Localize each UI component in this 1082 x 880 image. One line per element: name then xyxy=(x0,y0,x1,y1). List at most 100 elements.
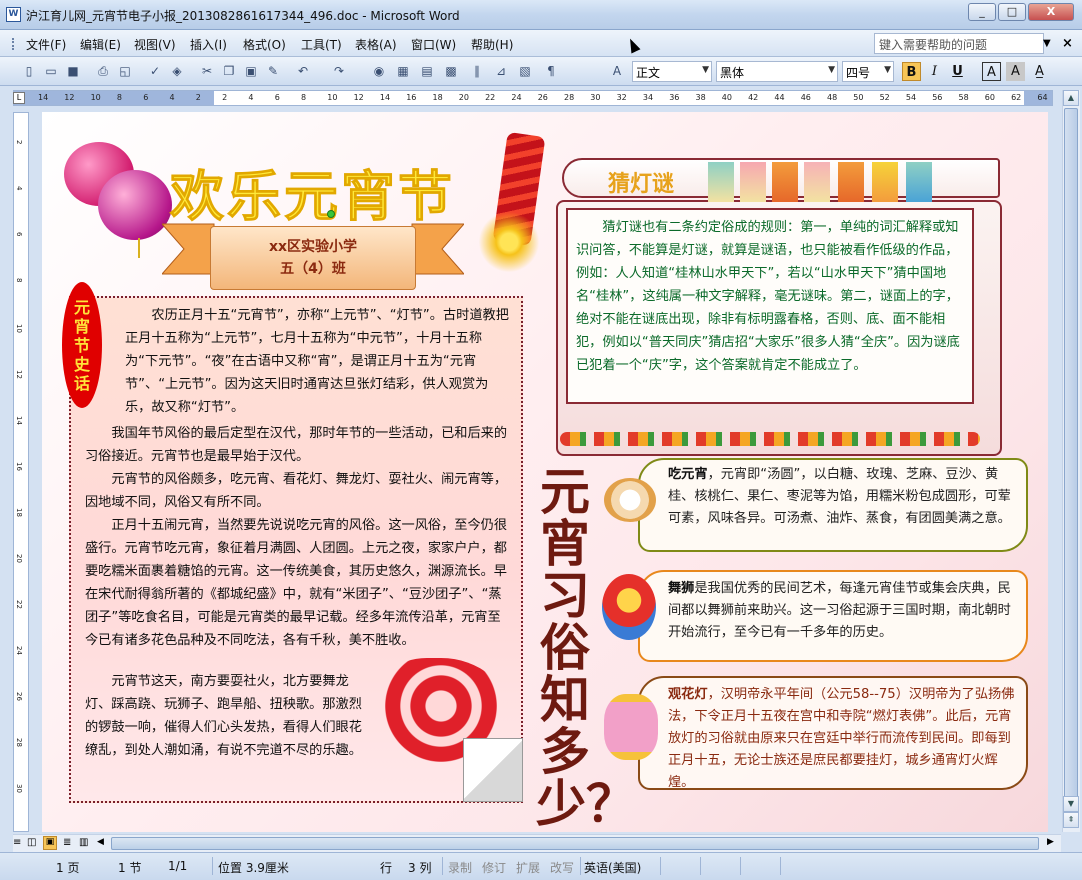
insert-table-icon[interactable]: ▤ xyxy=(418,62,436,80)
ruler-tick-label: 22 xyxy=(15,600,23,609)
show-hide-icon[interactable]: ¶ xyxy=(542,62,560,80)
riddle-title: 猜灯谜 xyxy=(608,172,675,197)
research-icon[interactable]: ◈ xyxy=(168,62,186,80)
font-select[interactable]: 黑体 ▼ xyxy=(716,61,838,82)
status-trk[interactable]: 修订 xyxy=(482,859,506,876)
hscroll-thumb[interactable] xyxy=(111,837,1039,850)
spelling-icon[interactable]: ✓ xyxy=(146,62,164,80)
prev-page-icon[interactable]: ⇞ xyxy=(1063,812,1079,828)
vertical-ruler[interactable] xyxy=(13,112,29,832)
menu-format[interactable]: 格式(O) xyxy=(243,36,286,53)
menu-file[interactable]: 文件(F) xyxy=(26,36,66,53)
menu-edit[interactable]: 编辑(E) xyxy=(80,36,121,53)
riddle-text: 猜灯谜也有二条约定俗成的规则：第一，单纯的词汇解释或知识问答，不能算是灯谜，就算… xyxy=(576,220,960,373)
status-ext[interactable]: 扩展 xyxy=(516,859,540,876)
outline-view-icon[interactable]: ≣ xyxy=(63,837,71,848)
ruler-tick-label: 14 xyxy=(38,93,49,102)
ruler-tick-label: 12 xyxy=(64,93,75,102)
ruler-tick-label: 42 xyxy=(748,93,759,102)
reading-view-icon[interactable]: ▥ xyxy=(79,837,88,848)
horizontal-scrollbar[interactable]: ≡ ◫ ▣ ≣ ▥ ◀ ▶ xyxy=(13,834,1061,852)
menu-grip[interactable] xyxy=(12,38,16,50)
new-doc-icon[interactable]: ▯ xyxy=(20,62,38,80)
drawing-icon[interactable]: ⊿ xyxy=(492,62,510,80)
maximize-button[interactable]: □ xyxy=(998,3,1026,21)
italic-button[interactable]: I xyxy=(925,62,944,81)
print-view-icon[interactable]: ▣ xyxy=(43,836,57,850)
tab-selector-icon[interactable]: L xyxy=(13,92,25,104)
menu-view[interactable]: 视图(V) xyxy=(134,36,176,53)
scroll-right-icon[interactable]: ▶ xyxy=(1047,837,1054,847)
scroll-up-icon[interactable]: ▲ xyxy=(1063,90,1079,106)
status-divider xyxy=(442,857,443,875)
font-size-value: 四号 xyxy=(846,66,871,80)
undo-icon[interactable]: ↶ xyxy=(294,62,312,80)
bold-button[interactable]: B xyxy=(902,62,921,81)
help-dropdown-icon[interactable]: ▼ xyxy=(1043,38,1051,49)
copy-icon[interactable]: ❐ xyxy=(220,62,238,80)
menu-help[interactable]: 帮助(H) xyxy=(471,36,513,53)
paste-icon[interactable]: ▣ xyxy=(242,62,260,80)
open-icon[interactable]: ▭ xyxy=(42,62,60,80)
char-scaling-icon[interactable]: A̲ xyxy=(1030,62,1049,81)
ruler-tick-label: 50 xyxy=(853,93,864,102)
status-ovr[interactable]: 改写 xyxy=(550,859,574,876)
menu-insert[interactable]: 插入(I) xyxy=(190,36,227,53)
font-value: 黑体 xyxy=(720,66,745,80)
ruler-tick-label: 40 xyxy=(721,93,732,102)
underline-button[interactable]: U xyxy=(948,62,967,81)
ruler-tick-label: 4 xyxy=(169,93,175,102)
cut-icon[interactable]: ✂ xyxy=(198,62,216,80)
normal-view-icon[interactable]: ≡ xyxy=(13,837,21,848)
insert-excel-icon[interactable]: ▩ xyxy=(442,62,460,80)
status-divider xyxy=(212,857,213,875)
columns-icon[interactable]: ∥ xyxy=(468,62,486,80)
customs-title: 元宵习俗知多少？ xyxy=(536,462,636,832)
title-bar: W 沪江育儿网_元宵节电子小报_2013082861617344_496.doc… xyxy=(0,0,1082,30)
char-border-icon[interactable]: A xyxy=(982,62,1001,81)
history-text-3: 元宵节这天，南方要耍社火，北方要舞龙灯、踩高跷、玩狮子、跑旱船、扭秧歌。那激烈的… xyxy=(85,670,371,762)
history-paragraph: 元宵节的风俗颇多，吃元宵、看花灯、舞龙灯、耍社火、闹元宵等，因地域不同，风俗又有… xyxy=(85,472,508,510)
document-page[interactable]: 欢乐元宵节 xx区实验小学 五（4）班 农历正月十五“元宵节”，亦称“上元节”、… xyxy=(42,112,1048,832)
web-view-icon[interactable]: ◫ xyxy=(27,837,36,848)
close-button[interactable]: X xyxy=(1028,3,1074,21)
hyperlink-icon[interactable]: ◉ xyxy=(370,62,388,80)
style-select[interactable]: 正文 ▼ xyxy=(632,61,712,82)
ruler-tick-label: 62 xyxy=(1011,93,1022,102)
ruler-tick-label: 38 xyxy=(695,93,706,102)
ruler-tick-label: 12 xyxy=(353,93,364,102)
history-box[interactable]: 农历正月十五“元宵节”，亦称“上元节”、“灯节”。古时道教把正月十五称为“上元节… xyxy=(69,296,523,803)
lantern-flag-icon xyxy=(708,162,734,202)
print-icon[interactable]: ⎙ xyxy=(94,62,112,80)
ruler-tick-label: 64 xyxy=(1037,93,1048,102)
ruler-tick-label: 10 xyxy=(90,93,101,102)
status-rec[interactable]: 录制 xyxy=(448,859,472,876)
main-title[interactable]: 欢乐元宵节 xyxy=(170,152,455,231)
history-paragraph: 农历正月十五“元宵节”，亦称“上元节”、“灯节”。古时道教把正月十五称为“上元节… xyxy=(125,308,509,415)
menu-window[interactable]: 窗口(W) xyxy=(411,36,456,53)
minimize-button[interactable]: _ xyxy=(968,3,996,21)
save-icon[interactable]: ■ xyxy=(64,62,82,80)
word-app-icon[interactable]: W xyxy=(6,7,21,22)
scroll-thumb[interactable] xyxy=(1064,108,1078,798)
char-shading-icon[interactable]: A xyxy=(1006,62,1025,81)
vertical-scrollbar[interactable]: ▲ ▼ ⇞ ● xyxy=(1062,90,1080,832)
close-document-icon[interactable]: × xyxy=(1062,36,1073,51)
redo-icon[interactable]: ↷ xyxy=(330,62,348,80)
menu-tools[interactable]: 工具(T) xyxy=(301,36,342,53)
scroll-left-icon[interactable]: ◀ xyxy=(97,837,104,847)
font-size-select[interactable]: 四号 ▼ xyxy=(842,61,894,82)
print-preview-icon[interactable]: ◱ xyxy=(116,62,134,80)
document-map-icon[interactable]: ▧ xyxy=(516,62,534,80)
ruler-tick-label: 46 xyxy=(800,93,811,102)
tables-borders-icon[interactable]: ▦ xyxy=(394,62,412,80)
ruler-tick-label: 56 xyxy=(932,93,943,102)
format-painter-icon[interactable]: ✎ xyxy=(264,62,282,80)
styles-pane-icon[interactable]: A xyxy=(608,62,626,80)
status-col: 3 列 xyxy=(408,861,432,875)
rotate-handle[interactable] xyxy=(327,210,335,218)
help-search-input[interactable]: 键入需要帮助的问题 xyxy=(874,33,1044,54)
chevron-down-icon: ▼ xyxy=(702,65,709,75)
menu-table[interactable]: 表格(A) xyxy=(355,36,397,53)
scroll-down-icon[interactable]: ▼ xyxy=(1063,796,1079,812)
